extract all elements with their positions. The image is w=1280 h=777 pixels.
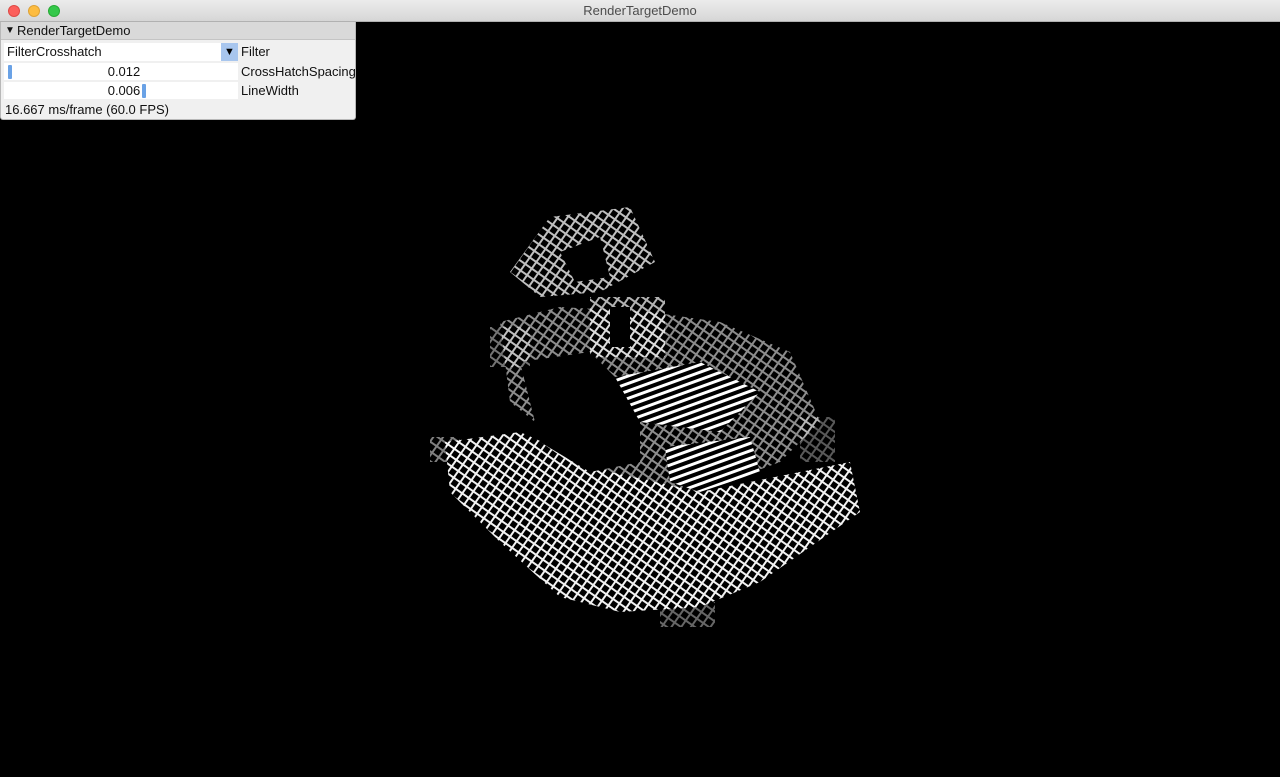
slider-grab[interactable] xyxy=(8,65,12,79)
crosshatch-spacing-slider[interactable]: 0.012 xyxy=(4,63,238,80)
scene-debris xyxy=(800,417,835,462)
crosshatch-scene xyxy=(430,207,860,627)
panel-title: RenderTargetDemo xyxy=(17,23,131,38)
scene-debris xyxy=(660,602,715,627)
filter-combo-value: FilterCrosshatch xyxy=(7,44,102,59)
crosshatch-spacing-label: CrossHatchSpacing xyxy=(241,64,356,79)
title-bar: RenderTargetDemo xyxy=(0,0,1280,22)
line-width-row: 0.006 LineWidth xyxy=(1,81,357,100)
filter-combo[interactable]: FilterCrosshatch ▼ xyxy=(4,42,238,61)
crosshatch-spacing-value: 0.012 xyxy=(107,64,141,79)
app-window: RenderTargetDemo ▼ RenderTargetDemo Filt… xyxy=(0,0,1280,777)
filter-row: FilterCrosshatch ▼ Filter xyxy=(1,42,357,61)
dropdown-arrow-icon[interactable]: ▼ xyxy=(221,42,238,61)
fps-readout: 16.667 ms/frame (60.0 FPS) xyxy=(5,102,170,117)
line-width-value: 0.006 xyxy=(107,83,141,98)
slider-grab[interactable] xyxy=(142,84,146,98)
scene-tower-gap xyxy=(610,307,630,347)
fps-row: 16.667 ms/frame (60.0 FPS) xyxy=(1,100,357,119)
scene-debris xyxy=(490,327,530,367)
filter-label: Filter xyxy=(241,44,270,59)
collapse-triangle-icon[interactable]: ▼ xyxy=(5,25,17,36)
imgui-panel: ▼ RenderTargetDemo FilterCrosshatch ▼ Fi… xyxy=(0,22,356,120)
line-width-slider[interactable]: 0.006 xyxy=(4,82,238,99)
crosshatch-spacing-row: 0.012 CrossHatchSpacing xyxy=(1,62,357,81)
render-viewport[interactable] xyxy=(0,22,1280,777)
line-width-label: LineWidth xyxy=(241,83,299,98)
window-title: RenderTargetDemo xyxy=(583,3,697,18)
panel-header[interactable]: ▼ RenderTargetDemo xyxy=(1,22,355,40)
scene-debris xyxy=(430,437,460,462)
